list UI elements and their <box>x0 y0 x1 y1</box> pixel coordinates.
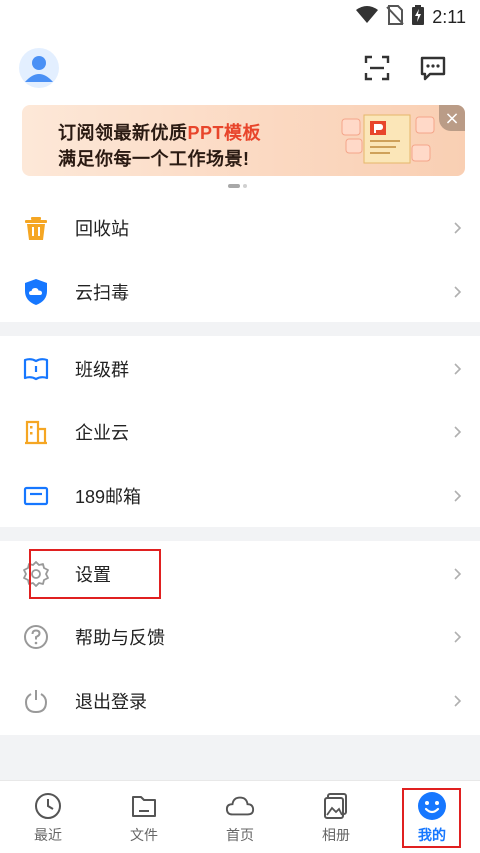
cloud-icon <box>225 791 255 821</box>
album-icon <box>321 791 351 821</box>
clock-icon <box>33 791 63 821</box>
avatar[interactable] <box>19 48 59 88</box>
mine-tab-highlight-box <box>402 788 461 848</box>
class-book-icon <box>22 355 50 383</box>
tab-album[interactable]: 相册 <box>288 781 384 853</box>
tab-label: 首页 <box>226 827 254 843</box>
messages-button[interactable] <box>417 52 449 84</box>
battery-charging-icon <box>412 5 425 29</box>
section-divider <box>0 322 480 336</box>
no-sim-icon <box>386 5 405 29</box>
status-time: 2:11 <box>432 6 466 27</box>
wifi-icon <box>356 6 379 28</box>
settings-highlight-box <box>29 549 161 599</box>
chevron-right-icon <box>454 490 462 502</box>
banner-line2: 满足你每一个工作场景! <box>58 149 250 169</box>
message-icon <box>420 56 446 81</box>
banner-close-button[interactable]: × <box>439 105 465 131</box>
help-icon <box>22 623 50 651</box>
tab-home[interactable]: 首页 <box>192 781 288 853</box>
chevron-right-icon <box>454 631 462 643</box>
menu-item-logout[interactable]: 退出登录 <box>0 669 480 733</box>
tab-files[interactable]: 文件 <box>96 781 192 853</box>
menu-label: 退出登录 <box>75 692 147 712</box>
banner-line1: 订阅领最新优质PPT模板 <box>58 119 261 145</box>
tab-label: 相册 <box>322 827 350 843</box>
bottom-spacer <box>0 735 480 780</box>
scan-button[interactable] <box>361 52 393 84</box>
tab-label: 文件 <box>130 827 158 843</box>
chevron-right-icon <box>454 695 462 707</box>
profile-header <box>0 44 480 94</box>
status-bar: 2:11 <box>0 0 480 34</box>
banner-line1-highlight: PPT模板 <box>187 123 262 143</box>
menu-label: 云扫毒 <box>75 283 129 303</box>
ppt-illustration <box>340 111 440 171</box>
menu-label: 帮助与反馈 <box>75 628 165 648</box>
chevron-right-icon <box>454 426 462 438</box>
mail-icon <box>22 482 50 510</box>
menu-item-enterprise-cloud[interactable]: 企业云 <box>0 400 480 464</box>
scan-icon <box>364 55 390 81</box>
menu-label: 回收站 <box>75 219 129 239</box>
menu-item-189-mail[interactable]: 189邮箱 <box>0 464 480 528</box>
trash-icon <box>22 214 50 242</box>
menu-item-cloud-antivirus[interactable]: 云扫毒 <box>0 260 480 324</box>
banner-pager <box>228 184 247 188</box>
menu-item-help-feedback[interactable]: 帮助与反馈 <box>0 605 480 669</box>
folder-icon <box>129 791 159 821</box>
building-icon <box>22 418 50 446</box>
power-icon <box>22 687 50 715</box>
tab-label: 最近 <box>34 827 62 843</box>
menu-label: 企业云 <box>75 423 129 443</box>
menu-item-class-group[interactable]: 班级群 <box>0 337 480 401</box>
chevron-right-icon <box>454 222 462 234</box>
section-divider <box>0 527 480 541</box>
tab-recent[interactable]: 最近 <box>0 781 96 853</box>
banner-line1-prefix: 订阅领最新优质 <box>58 123 188 143</box>
pager-dot-active <box>228 184 240 188</box>
chevron-right-icon <box>454 286 462 298</box>
menu-item-recycle-bin[interactable]: 回收站 <box>0 196 480 260</box>
promo-banner[interactable]: 订阅领最新优质PPT模板 满足你每一个工作场景! × <box>22 105 465 176</box>
chevron-right-icon <box>454 363 462 375</box>
pager-dot <box>243 184 247 188</box>
shield-icon <box>22 278 50 306</box>
menu-label: 班级群 <box>75 360 129 380</box>
menu-label: 189邮箱 <box>75 487 142 507</box>
chevron-right-icon <box>454 568 462 580</box>
